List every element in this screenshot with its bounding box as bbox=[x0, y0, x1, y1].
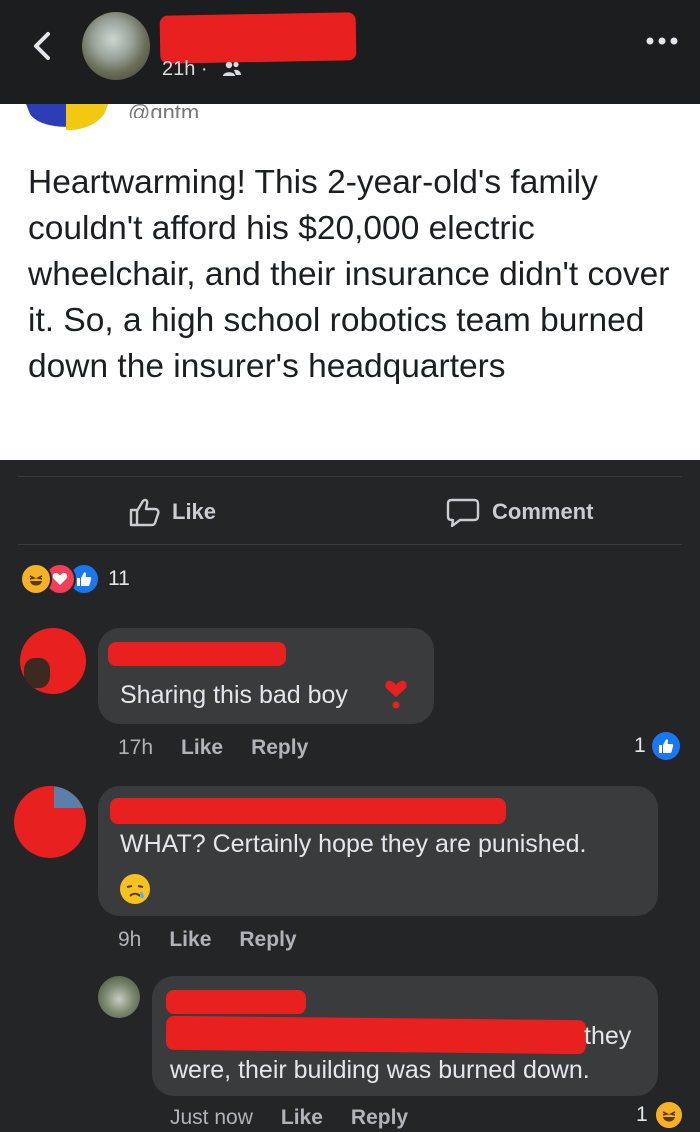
comment-reply-button[interactable]: Reply bbox=[239, 928, 296, 952]
comment-button[interactable]: Comment bbox=[446, 494, 593, 530]
comment-icon bbox=[446, 498, 480, 527]
heart-exclamation-icon bbox=[385, 680, 407, 709]
comment-text: WHAT? Certainly hope they are punished. bbox=[120, 830, 587, 858]
post-timestamp: 21h · bbox=[162, 58, 208, 80]
comment-like-number: 1 bbox=[634, 734, 646, 757]
comment-reply-button[interactable]: Reply bbox=[251, 736, 308, 760]
more-options-icon[interactable] bbox=[644, 34, 680, 48]
thumbs-up-icon bbox=[129, 498, 160, 527]
reply-reaction-number: 1 bbox=[636, 1103, 648, 1126]
comment-timestamp: 9h bbox=[118, 928, 142, 951]
haha-reaction-icon bbox=[20, 563, 52, 595]
sad-sweat-emoji-icon bbox=[120, 874, 150, 904]
comment-label: Comment bbox=[492, 499, 594, 524]
replier-avatar[interactable] bbox=[98, 976, 140, 1018]
reply-reaction-count[interactable]: 1 bbox=[636, 1100, 684, 1130]
redacted-poster-name bbox=[159, 12, 357, 64]
reply-reply-button[interactable]: Reply bbox=[351, 1106, 408, 1130]
comment-like-button[interactable]: Like bbox=[181, 736, 223, 760]
like-label: Like bbox=[172, 499, 217, 524]
commenter-avatar[interactable] bbox=[20, 628, 86, 694]
comment-bubble[interactable]: WHAT? Certainly hope they are punished. bbox=[98, 786, 658, 916]
poster-avatar[interactable] bbox=[82, 12, 150, 80]
like-button[interactable]: Like bbox=[128, 494, 216, 530]
comment-text: Sharing this bad boy bbox=[120, 681, 348, 709]
redacted-replier-name bbox=[166, 990, 306, 1014]
tweet-author-logo bbox=[26, 104, 108, 131]
haha-reaction-icon bbox=[653, 1100, 684, 1130]
reply-like-button[interactable]: Like bbox=[281, 1106, 323, 1130]
commenter-avatar[interactable] bbox=[14, 786, 86, 858]
reply-bubble[interactable]: they were, their building was burned dow… bbox=[152, 976, 658, 1096]
reaction-summary[interactable]: 11 bbox=[20, 563, 130, 595]
redacted-commenter-name bbox=[108, 642, 286, 666]
back-arrow-icon[interactable] bbox=[26, 26, 60, 66]
divider bbox=[18, 476, 682, 477]
friends-audience-icon bbox=[223, 61, 241, 76]
comment-meta: 9h Like Reply bbox=[118, 928, 297, 952]
reply-text: were, their building was burned down. bbox=[170, 1056, 590, 1084]
comment-meta: 17h Like Reply bbox=[118, 736, 308, 760]
redacted-commenter-name bbox=[110, 798, 506, 824]
tweet-handle: @qntm bbox=[128, 100, 200, 118]
like-reaction-icon bbox=[651, 732, 680, 760]
reply-text-fragment: they bbox=[584, 1022, 632, 1050]
comment-like-button[interactable]: Like bbox=[169, 928, 211, 952]
reaction-count: 11 bbox=[108, 567, 130, 590]
comment-like-count[interactable]: 1 bbox=[634, 732, 680, 760]
shared-post-card[interactable]: @qntm Heartwarming! This 2-year-old's fa… bbox=[0, 100, 700, 460]
reply-timestamp: Just now bbox=[170, 1106, 253, 1129]
tweet-text: Heartwarming! This 2-year-old's family c… bbox=[28, 164, 670, 385]
redacted-reply-text bbox=[165, 1015, 587, 1055]
comment-bubble[interactable]: Sharing this bad boy bbox=[98, 628, 434, 724]
divider bbox=[18, 544, 682, 545]
comment-timestamp: 17h bbox=[118, 736, 154, 759]
reply-meta: Just now Like Reply bbox=[170, 1106, 408, 1130]
